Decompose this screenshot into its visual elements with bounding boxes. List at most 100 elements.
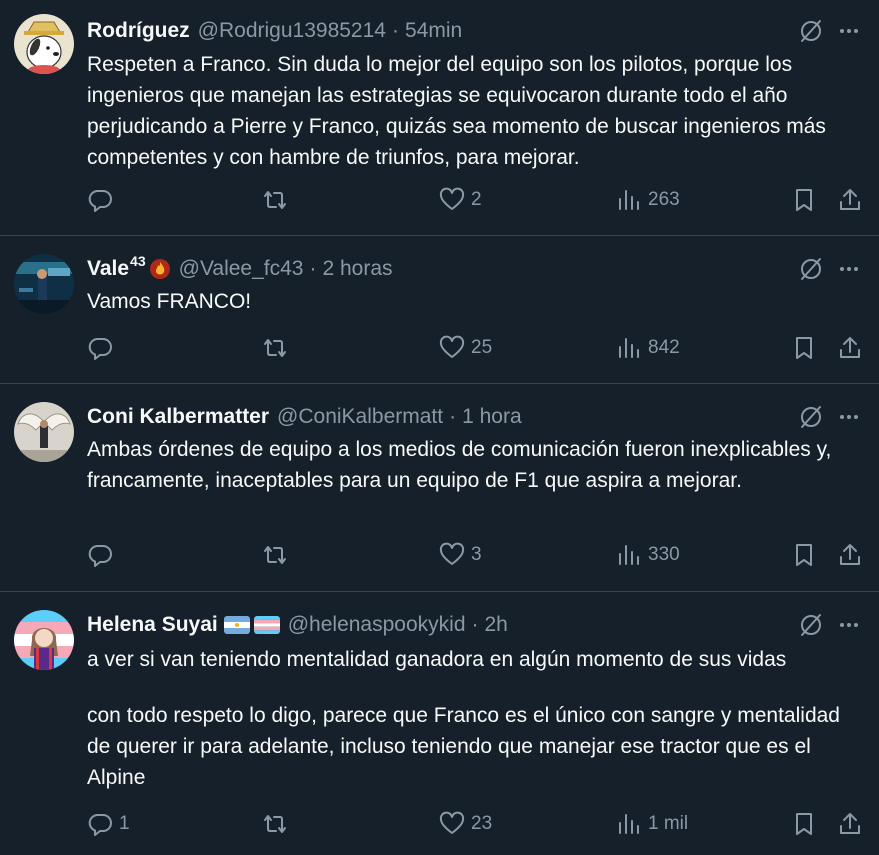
timestamp[interactable]: 1 hora (462, 405, 522, 429)
retweet-icon (264, 815, 286, 833)
transgender-flag-icon (253, 616, 280, 634)
reply-button[interactable] (87, 542, 119, 568)
author-handle[interactable]: @helenaspookykid (288, 613, 466, 637)
avatar[interactable] (14, 402, 74, 462)
bookmark-button[interactable] (791, 542, 817, 568)
views-icon (619, 190, 639, 210)
more-icon[interactable] (835, 17, 863, 45)
views-icon (619, 814, 639, 834)
separator: · (309, 257, 317, 280)
views-count: 263 (648, 189, 680, 210)
retweet-button[interactable] (262, 187, 294, 213)
separator: · (449, 405, 457, 428)
timestamp[interactable]: 2h (485, 613, 508, 637)
separator: · (391, 19, 399, 42)
tweet-header: Rodríguez @Rodrigu13985214 · 54min (87, 16, 462, 46)
tweet-text: a ver si van teniendo mentalidad ganador… (87, 644, 867, 793)
more-icon[interactable] (835, 255, 863, 283)
retweet-icon (264, 546, 286, 564)
retweet-icon (264, 191, 286, 209)
bookmark-button[interactable] (791, 335, 817, 361)
bookmark-button[interactable] (791, 811, 817, 837)
tweet-text: Ambas órdenes de equipo a los medios de … (87, 434, 867, 496)
argentina-flag-icon (223, 616, 250, 634)
share-button[interactable] (837, 335, 863, 361)
retweet-button[interactable] (262, 542, 294, 568)
like-icon (439, 187, 465, 210)
separator: · (471, 613, 479, 636)
more-icon[interactable] (835, 611, 863, 639)
share-button[interactable] (837, 811, 863, 837)
bookmark-icon (796, 544, 812, 566)
reply-icon (88, 545, 112, 567)
author-name[interactable]: Vale (87, 257, 129, 281)
grok-icon[interactable] (797, 17, 825, 45)
avatar[interactable] (14, 254, 74, 314)
tweet[interactable]: Vale 43 @Valee_fc43 · 2 horas Vamos FRANC… (0, 236, 879, 384)
tweet-actions: 25 842 (0, 335, 879, 365)
tweet-header: Vale 43 @Valee_fc43 · 2 horas (87, 253, 393, 284)
views-icon (619, 338, 639, 358)
tweet-text: Vamos FRANCO! (87, 286, 867, 317)
grok-icon[interactable] (797, 255, 825, 283)
author-name[interactable]: Rodríguez (87, 19, 190, 43)
bookmark-icon (796, 189, 812, 211)
grok-icon[interactable] (797, 403, 825, 431)
like-button[interactable]: 23 (439, 811, 492, 837)
like-icon (439, 811, 465, 834)
like-count: 23 (471, 813, 493, 834)
views-button[interactable]: 842 (616, 335, 680, 361)
tweet-actions: 2 263 (0, 187, 879, 217)
reply-count: 1 (119, 813, 130, 834)
reply-icon (88, 814, 112, 836)
like-count: 25 (471, 337, 493, 358)
reply-icon (88, 338, 112, 360)
share-icon (840, 813, 860, 834)
views-button[interactable]: 330 (616, 542, 680, 568)
retweet-button[interactable] (262, 335, 294, 361)
more-icon[interactable] (835, 403, 863, 431)
author-handle[interactable]: @ConiKalbermatt (277, 405, 443, 429)
share-icon (840, 337, 860, 358)
share-icon (840, 189, 860, 210)
tweet[interactable]: Coni Kalbermatter @ConiKalbermatt · 1 ho… (0, 384, 879, 592)
like-icon (439, 542, 465, 565)
bookmark-button[interactable] (791, 187, 817, 213)
grok-icon[interactable] (797, 611, 825, 639)
tweet-text: Respeten a Franco. Sin duda lo mejor del… (87, 49, 867, 173)
tweet-actions: 1 23 1 mil (0, 811, 879, 841)
author-handle[interactable]: @Rodrigu13985214 (198, 19, 386, 43)
views-icon (619, 545, 639, 565)
like-button[interactable]: 3 (439, 542, 482, 568)
reply-button[interactable]: 1 (87, 811, 130, 837)
bookmark-icon (796, 337, 812, 359)
tweet-header: Helena Suyai @helenaspookykid · 2h (87, 610, 508, 640)
timestamp[interactable]: 54min (405, 19, 462, 43)
tweet-paragraph: Vamos FRANCO! (87, 290, 252, 313)
bookmark-icon (796, 813, 812, 835)
share-button[interactable] (837, 542, 863, 568)
share-icon (840, 544, 860, 565)
author-name[interactable]: Coni Kalbermatter (87, 405, 269, 429)
timestamp[interactable]: 2 horas (322, 257, 392, 281)
like-button[interactable]: 2 (439, 187, 482, 213)
like-button[interactable]: 25 (439, 335, 492, 361)
tweet-paragraph: Respeten a Franco. Sin duda lo mejor del… (87, 53, 826, 169)
reply-icon (88, 190, 112, 212)
reply-button[interactable] (87, 335, 119, 361)
like-count: 2 (471, 189, 482, 210)
reply-button[interactable] (87, 187, 119, 213)
views-button[interactable]: 263 (616, 187, 680, 213)
tweet[interactable]: Helena Suyai @helenaspookykid · 2h a ver… (0, 592, 879, 855)
fire-badge-icon (149, 259, 170, 279)
tweet[interactable]: Rodríguez @Rodrigu13985214 · 54min Respe… (0, 0, 879, 236)
retweet-button[interactable] (262, 811, 294, 837)
author-handle[interactable]: @Valee_fc43 (179, 257, 304, 281)
views-button[interactable]: 1 mil (616, 811, 688, 837)
author-name-superscript: 43 (130, 253, 146, 269)
views-count: 330 (648, 544, 680, 565)
author-name[interactable]: Helena Suyai (87, 613, 218, 637)
avatar[interactable] (14, 14, 74, 74)
share-button[interactable] (837, 187, 863, 213)
avatar[interactable] (14, 610, 74, 670)
